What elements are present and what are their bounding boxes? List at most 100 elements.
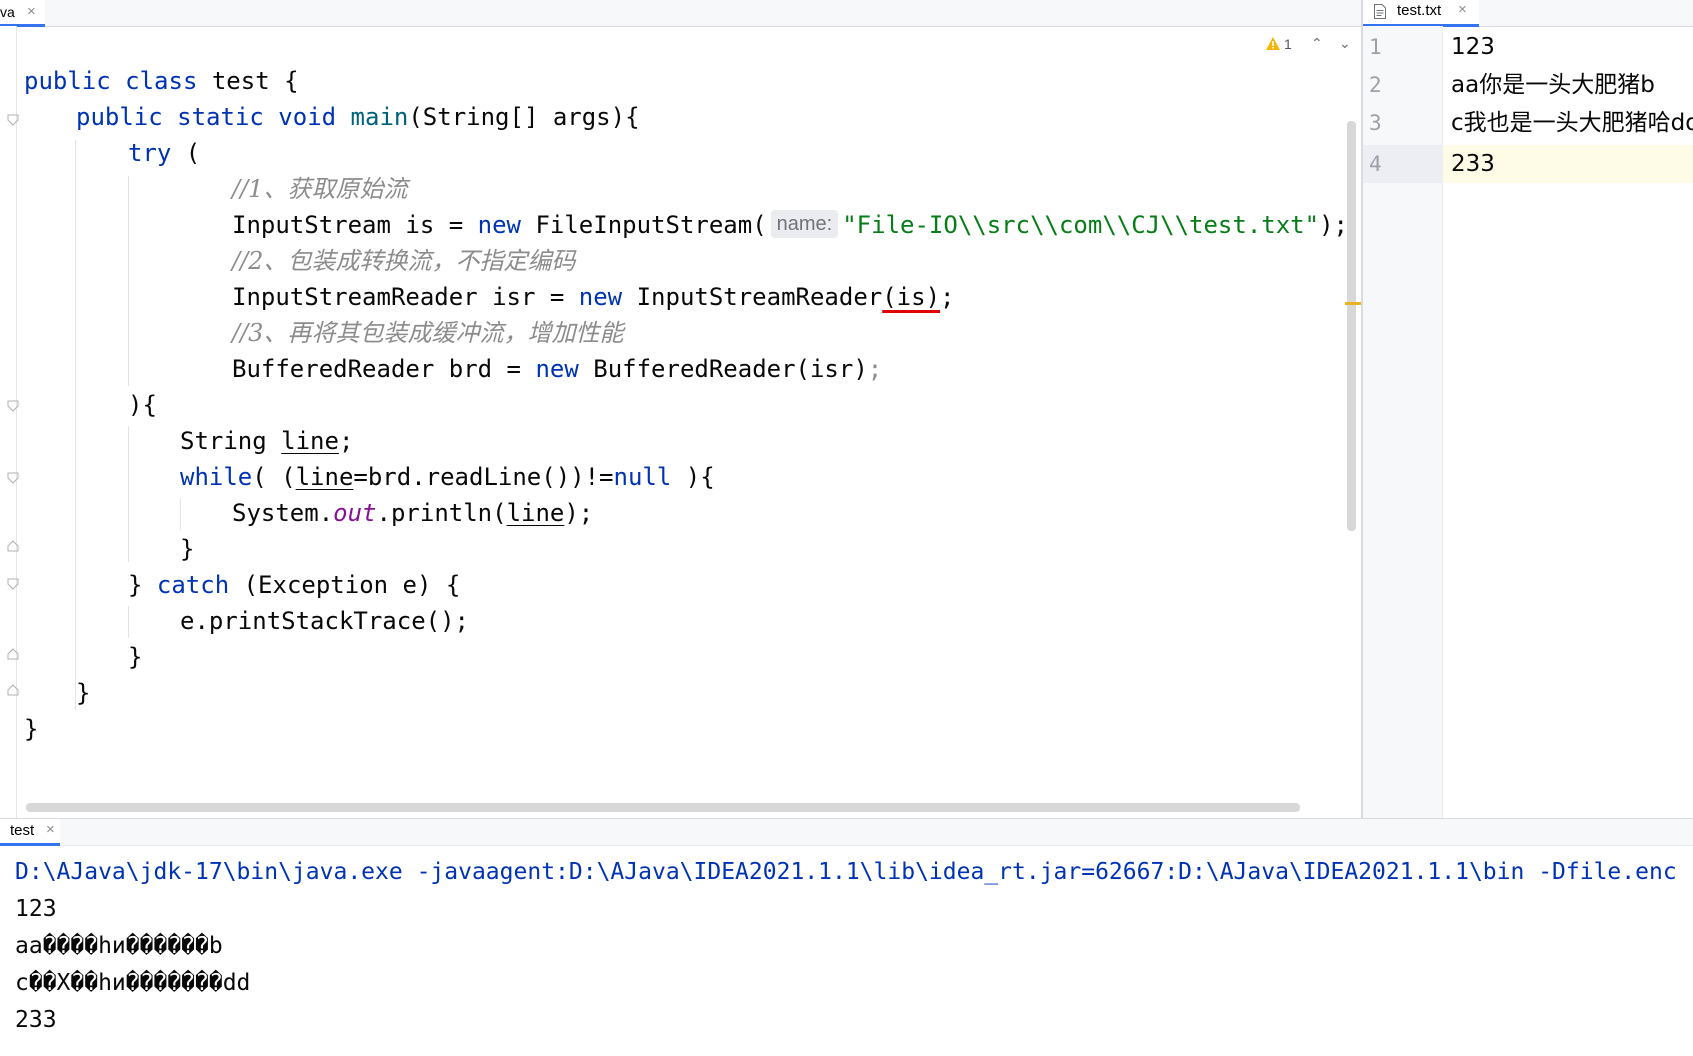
variable: line <box>506 499 565 527</box>
keyword: new <box>477 211 521 239</box>
keyword: public class <box>24 67 198 95</box>
console-tab-bar: test × <box>0 819 1693 846</box>
code-text: FileInputStream( <box>521 211 767 239</box>
indent-guide <box>128 426 129 562</box>
line-number: 2 <box>1369 73 1382 97</box>
variable: line <box>295 463 354 491</box>
tab-test-txt[interactable]: test.txt × <box>1363 0 1479 27</box>
code-line: } <box>24 710 38 748</box>
text-line[interactable]: 123 <box>1451 28 1495 66</box>
indent-guide <box>128 176 129 386</box>
line-number: 3 <box>1369 111 1382 135</box>
method-name: main <box>350 103 409 131</box>
code-text: ( <box>171 139 201 167</box>
console-output-line: 233 <box>15 1007 57 1033</box>
code-line: } <box>128 638 142 676</box>
code-line: System.out.println(line); <box>232 494 593 532</box>
comment: //1、获取原始流 <box>232 175 408 203</box>
close-icon[interactable]: × <box>1458 1 1467 18</box>
vertical-scrollbar[interactable] <box>1347 121 1356 531</box>
error-highlight[interactable]: (is) <box>882 283 940 311</box>
console-command-line[interactable]: D:\AJava\jdk-17\bin\java.exe -javaagent:… <box>15 853 1677 891</box>
warning-marker[interactable] <box>1345 302 1361 305</box>
editor-tab-bar: va × <box>0 0 1362 27</box>
fold-icon[interactable] <box>7 472 19 484</box>
fold-icon[interactable] <box>7 578 19 590</box>
code-text: .println( <box>376 499 507 527</box>
text-line[interactable]: 233 <box>1451 145 1495 183</box>
tab-run-test[interactable]: test × <box>0 819 60 846</box>
console-output-line: 123 <box>15 896 57 922</box>
comment: //3、再将其包装成缓冲流，增加性能 <box>232 319 624 347</box>
code-line: } <box>180 530 194 568</box>
chevron-up-icon[interactable]: ⌃ <box>1311 35 1323 52</box>
code-text: e.printStackTrace(); <box>180 607 469 635</box>
text-file-editor[interactable]: test.txt × 1 2 3 4 123 aa你是一头大肥猪b c我也是一头… <box>1363 0 1693 818</box>
keyword: try <box>128 139 172 167</box>
code-text: InputStream is = <box>232 211 478 239</box>
chevron-down-icon[interactable]: ⌄ <box>1339 35 1351 52</box>
code-line: } <box>76 674 90 712</box>
code-text: InputStreamReader isr = <box>232 283 579 311</box>
code-line: InputStream is = new FileInputStream(nam… <box>232 206 1348 244</box>
text-line[interactable]: aa你是一头大肥猪b <box>1451 66 1655 104</box>
code-text: } <box>24 715 39 743</box>
code-text: ; <box>940 283 955 311</box>
editor-gutter <box>0 26 19 818</box>
close-icon[interactable]: × <box>46 821 55 838</box>
code-text: (String[] args){ <box>408 103 640 131</box>
indent-guide <box>75 140 76 710</box>
parameter-hint: name: <box>770 210 839 238</box>
warning-count: 1 <box>1284 36 1292 52</box>
keyword: null <box>613 463 672 491</box>
run-console[interactable]: test × D:\AJava\jdk-17\bin\java.exe -jav… <box>0 818 1693 1056</box>
code-text: ( ( <box>252 463 296 491</box>
code-text: } <box>76 679 91 707</box>
code-text: ; <box>338 427 354 455</box>
close-icon[interactable]: × <box>27 0 36 24</box>
code-text: ){ <box>128 391 157 419</box>
code-text: String <box>180 427 282 455</box>
warning-icon[interactable] <box>1265 36 1281 52</box>
text-file-icon <box>1374 4 1386 19</box>
code-line: BufferedReader brd = new BufferedReader(… <box>232 350 882 388</box>
variable: line <box>281 427 339 455</box>
tab-label: test.txt <box>1397 2 1442 19</box>
code-line: public class test { <box>24 62 299 100</box>
console-output-line: aa����hи������b <box>15 933 223 959</box>
code-editor[interactable]: va × public class test { public static v… <box>0 0 1362 818</box>
unfold-icon[interactable] <box>7 684 19 696</box>
code-line: InputStreamReader isr = new InputStreamR… <box>232 278 954 316</box>
horizontal-scrollbar[interactable] <box>26 803 1300 812</box>
tab-label: va <box>0 4 15 20</box>
line-number: 4 <box>1369 152 1382 176</box>
line-number: 1 <box>1369 35 1382 59</box>
code-text: (Exception e) { <box>229 571 461 599</box>
indent-guide <box>180 498 181 530</box>
text-line[interactable]: c我也是一头大肥猪哈dd <box>1451 104 1693 142</box>
unfold-icon[interactable] <box>7 648 19 660</box>
unfold-icon[interactable] <box>7 540 19 552</box>
string-literal: "File-IO\\src\\com\\CJ\\test.txt" <box>842 211 1320 239</box>
code-text: System. <box>232 499 334 527</box>
fold-icon[interactable] <box>7 400 19 412</box>
code-text: InputStreamReader <box>622 283 883 311</box>
keyword: new <box>535 355 579 383</box>
code-line: //3、再将其包装成缓冲流，增加性能 <box>232 314 623 352</box>
fold-icon[interactable] <box>7 114 19 126</box>
code-text: } <box>180 535 195 563</box>
code-line: while( (line=brd.readLine())!=null ){ <box>180 458 715 496</box>
code-line: String line; <box>180 422 353 460</box>
code-text: BufferedReader(isr) <box>578 355 868 383</box>
keyword: public static void <box>76 103 337 131</box>
static-field: out <box>333 499 377 527</box>
keyword: while <box>180 463 253 491</box>
code-line: ){ <box>128 386 157 424</box>
right-tab-bar: test.txt × <box>1363 0 1693 27</box>
code-text: BufferedReader brd = <box>232 355 536 383</box>
code-line: } catch (Exception e) { <box>128 566 460 604</box>
keyword: new <box>578 283 623 311</box>
tab-label: test <box>10 822 35 839</box>
code-text: test { <box>197 67 299 95</box>
tab-test-java[interactable]: va × <box>0 0 45 27</box>
